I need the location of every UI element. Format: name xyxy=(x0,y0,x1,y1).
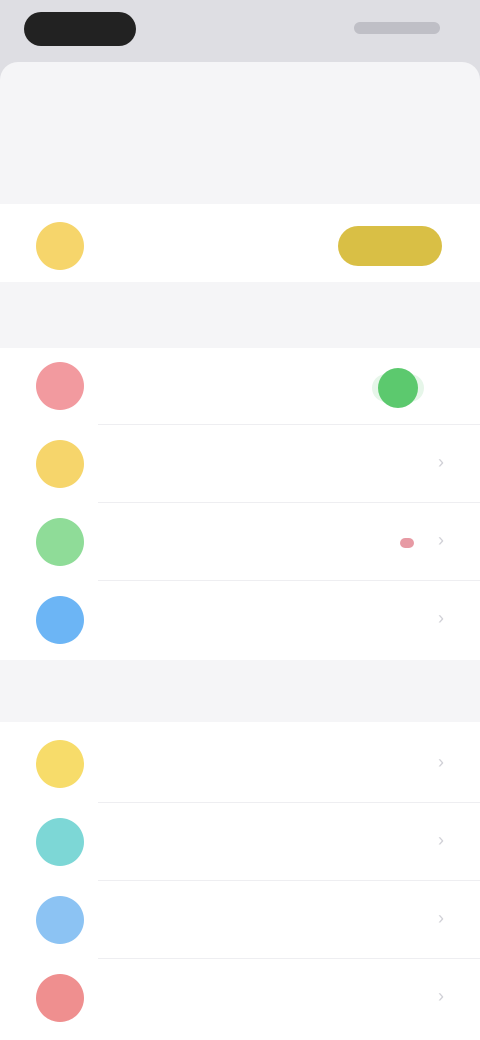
chevron-right-icon: › xyxy=(438,908,444,928)
row-widgets[interactable]: › xyxy=(0,582,480,658)
divider xyxy=(98,880,480,881)
settings-screen: › › › › › › › xyxy=(0,0,480,1040)
chevron-right-icon: › xyxy=(438,608,444,628)
lock-icon xyxy=(36,974,84,1022)
bell-icon xyxy=(36,362,84,410)
upgrade-button[interactable] xyxy=(338,226,442,266)
help-icon xyxy=(36,740,84,788)
grid-icon xyxy=(36,596,84,644)
settings-sheet: › › › › › › › xyxy=(0,62,480,1040)
row-reminders[interactable]: › xyxy=(0,426,480,502)
notifications-toggle[interactable] xyxy=(372,368,424,408)
divider xyxy=(98,958,480,959)
star-icon xyxy=(36,896,84,944)
palette-icon xyxy=(36,518,84,566)
row-feedback[interactable]: › xyxy=(0,882,480,958)
divider xyxy=(98,424,480,425)
general-card: › › › xyxy=(0,348,480,660)
accent-color-swatch xyxy=(400,537,414,548)
theme-value xyxy=(400,534,420,549)
chevron-right-icon: › xyxy=(438,452,444,472)
divider xyxy=(98,580,480,581)
status-bar xyxy=(0,0,480,62)
chevron-right-icon: › xyxy=(438,530,444,550)
row-chat[interactable]: › xyxy=(0,804,480,880)
account-row[interactable] xyxy=(0,204,480,282)
row-notifications[interactable] xyxy=(0,348,480,424)
divider xyxy=(98,802,480,803)
toggle-knob xyxy=(378,368,418,408)
user-icon xyxy=(36,222,84,270)
chevron-right-icon: › xyxy=(438,986,444,1006)
row-theme[interactable]: › xyxy=(0,504,480,580)
chat-icon xyxy=(36,818,84,866)
support-card: › › › › xyxy=(0,722,480,1040)
chevron-right-icon: › xyxy=(438,830,444,850)
chevron-right-icon: › xyxy=(438,752,444,772)
alarm-icon xyxy=(36,440,84,488)
status-indicators xyxy=(354,22,440,34)
status-time-pill xyxy=(24,12,136,46)
divider xyxy=(98,502,480,503)
row-privacy[interactable]: › xyxy=(0,960,480,1036)
row-help[interactable]: › xyxy=(0,726,480,802)
